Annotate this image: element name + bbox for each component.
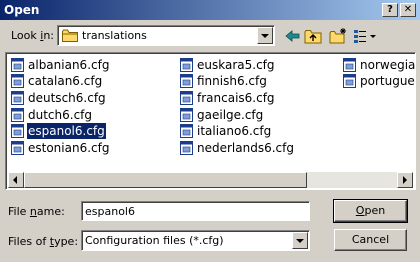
horizontal-scrollbar[interactable] bbox=[8, 172, 413, 188]
file-name-label-part: File bbox=[8, 205, 30, 218]
config-file-icon bbox=[180, 74, 193, 88]
help-button[interactable]: ? bbox=[382, 3, 398, 17]
file-type-label-part: Files of bbox=[8, 235, 50, 248]
config-file-icon bbox=[180, 124, 193, 138]
file-list[interactable]: albanian6.cfg catalan6.cfg deutsch6.cfg … bbox=[5, 52, 416, 190]
file-name: deutsch6.cfg bbox=[28, 91, 106, 105]
file-name-label: File name: bbox=[8, 205, 65, 218]
file-name: portugue bbox=[360, 74, 415, 88]
title-bar[interactable]: Open ? ✕ bbox=[0, 0, 420, 20]
config-file-icon bbox=[343, 58, 356, 72]
file-name: finnish6.cfg bbox=[197, 74, 267, 88]
help-icon: ? bbox=[387, 4, 393, 15]
config-file-icon bbox=[11, 91, 24, 105]
open-button-label: pen bbox=[364, 204, 386, 217]
file-name: norwegia bbox=[360, 58, 416, 72]
look-in-label-part: n: bbox=[43, 29, 55, 42]
config-file-icon bbox=[180, 108, 193, 122]
config-file-icon bbox=[11, 124, 24, 138]
config-file-icon bbox=[180, 141, 193, 155]
close-button[interactable]: ✕ bbox=[400, 3, 416, 17]
config-file-icon bbox=[11, 108, 24, 122]
config-file-icon bbox=[11, 141, 24, 155]
look-in-label-part: Look bbox=[11, 29, 41, 42]
file-name: estonian6.cfg bbox=[28, 141, 110, 155]
look-in-dropdown[interactable]: translations bbox=[57, 25, 275, 46]
window-title: Open bbox=[4, 3, 40, 17]
file-name: espanol6.cfg bbox=[27, 123, 106, 139]
chevron-down-icon[interactable] bbox=[292, 232, 308, 249]
config-file-icon bbox=[11, 58, 24, 72]
new-folder-icon[interactable] bbox=[328, 27, 348, 45]
look-in-label: Look in: bbox=[11, 29, 54, 42]
config-file-icon bbox=[180, 58, 193, 72]
file-name: francais6.cfg bbox=[197, 91, 275, 105]
chevron-down-icon[interactable] bbox=[257, 27, 273, 44]
file-name: nederlands6.cfg bbox=[197, 141, 294, 155]
config-file-icon bbox=[343, 74, 356, 88]
config-file-icon bbox=[11, 74, 24, 88]
cancel-button[interactable]: Cancel bbox=[334, 229, 407, 251]
config-file-icon bbox=[180, 91, 193, 105]
file-name: catalan6.cfg bbox=[28, 74, 103, 88]
file-name: italiano6.cfg bbox=[197, 124, 272, 138]
view-menu-icon[interactable] bbox=[352, 27, 378, 45]
scroll-thumb[interactable] bbox=[24, 172, 307, 188]
file-name-input[interactable] bbox=[81, 201, 310, 221]
up-one-level-icon[interactable] bbox=[303, 27, 323, 45]
cancel-button-label: Cancel bbox=[351, 233, 390, 246]
look-in-value: translations bbox=[82, 29, 147, 42]
file-type-label-part: ype: bbox=[54, 235, 79, 248]
file-type-label: Files of type: bbox=[8, 235, 78, 248]
close-icon: ✕ bbox=[403, 4, 413, 15]
folder-icon bbox=[62, 29, 78, 42]
scroll-right-icon[interactable] bbox=[397, 172, 413, 188]
file-name: albanian6.cfg bbox=[28, 58, 110, 72]
open-button[interactable]: Open bbox=[333, 199, 408, 223]
file-name-label-part: ame: bbox=[36, 205, 65, 218]
back-arrow-icon[interactable] bbox=[283, 27, 303, 45]
scroll-left-icon[interactable] bbox=[8, 172, 24, 188]
file-name: euskara5.cfg bbox=[197, 58, 275, 72]
file-type-value: Configuration files (*.cfg) bbox=[85, 234, 224, 247]
file-type-dropdown[interactable]: Configuration files (*.cfg) bbox=[81, 230, 310, 251]
file-name: dutch6.cfg bbox=[28, 108, 93, 122]
file-name: gaeilge.cfg bbox=[197, 108, 264, 122]
file-name-label-accel: n bbox=[29, 205, 37, 218]
